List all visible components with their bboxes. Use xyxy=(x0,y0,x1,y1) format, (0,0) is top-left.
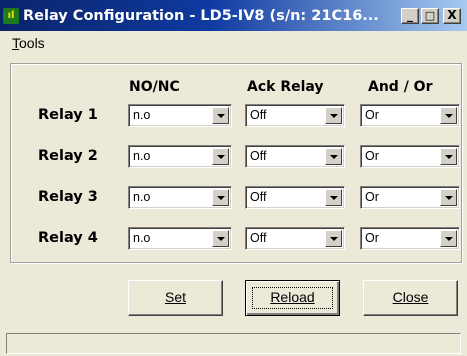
menu-bar: Tools xyxy=(0,31,467,55)
maximize-button[interactable]: □ xyxy=(421,8,439,24)
relay-4-andor-value: Or xyxy=(365,231,379,245)
chevron-down-icon[interactable] xyxy=(440,107,457,124)
relay-4-ack-select[interactable]: Off xyxy=(245,227,345,250)
relay-1-ack-select[interactable]: Off xyxy=(245,104,345,127)
chevron-down-icon[interactable] xyxy=(325,189,342,206)
column-header-nonc: NO/NC xyxy=(129,79,180,95)
chevron-down-icon[interactable] xyxy=(325,230,342,247)
relay-4-nonc-value: n.o xyxy=(133,231,151,245)
chevron-down-icon[interactable] xyxy=(440,148,457,165)
chevron-down-icon[interactable] xyxy=(440,189,457,206)
relay-1-nonc-select[interactable]: n.o xyxy=(128,104,232,127)
app-icon[interactable]: ıl xyxy=(3,8,19,24)
relay-4-label: Relay 4 xyxy=(38,230,98,246)
relay-3-nonc-select[interactable]: n.o xyxy=(128,186,232,209)
relay-4-nonc-select[interactable]: n.o xyxy=(128,227,232,250)
relay-2-andor-value: Or xyxy=(365,149,379,163)
relay-2-nonc-value: n.o xyxy=(133,149,151,163)
relay-4-andor-select[interactable]: Or xyxy=(360,227,460,250)
chevron-down-icon[interactable] xyxy=(325,107,342,124)
relay-1-nonc-value: n.o xyxy=(133,108,151,122)
column-header-and-or: And / Or xyxy=(368,79,433,95)
relay-2-ack-select[interactable]: Off xyxy=(245,145,345,168)
chevron-down-icon[interactable] xyxy=(440,230,457,247)
close-button[interactable]: Close xyxy=(363,280,458,316)
close-window-button[interactable]: X xyxy=(443,8,461,24)
relay-2-ack-value: Off xyxy=(250,149,267,163)
relay-3-andor-value: Or xyxy=(365,190,379,204)
relay-3-ack-value: Off xyxy=(250,190,267,204)
chevron-down-icon[interactable] xyxy=(325,148,342,165)
relay-3-andor-select[interactable]: Or xyxy=(360,186,460,209)
relay-1-ack-value: Off xyxy=(250,108,267,122)
relay-2-label: Relay 2 xyxy=(38,148,98,164)
relay-3-ack-select[interactable]: Off xyxy=(245,186,345,209)
reload-button[interactable]: Reload xyxy=(245,280,340,316)
set-button[interactable]: Set xyxy=(128,280,223,316)
minimize-button[interactable]: _ xyxy=(401,8,419,24)
relay-3-label: Relay 3 xyxy=(38,189,98,205)
chevron-down-icon[interactable] xyxy=(212,189,229,206)
relay-3-nonc-value: n.o xyxy=(133,190,151,204)
status-bar xyxy=(6,333,461,354)
relay-2-nonc-select[interactable]: n.o xyxy=(128,145,232,168)
window-title: Relay Configuration - LD5-IV8 (s/n: 21C1… xyxy=(23,8,379,24)
relay-4-ack-value: Off xyxy=(250,231,267,245)
title-bar[interactable]: ıl Relay Configuration - LD5-IV8 (s/n: 2… xyxy=(0,0,467,31)
chevron-down-icon[interactable] xyxy=(212,230,229,247)
relay-1-andor-select[interactable]: Or xyxy=(360,104,460,127)
relay-1-andor-value: Or xyxy=(365,108,379,122)
menu-tools[interactable]: Tools xyxy=(12,35,45,51)
relay-config-window: ıl Relay Configuration - LD5-IV8 (s/n: 2… xyxy=(0,0,467,356)
chevron-down-icon[interactable] xyxy=(212,148,229,165)
relay-2-andor-select[interactable]: Or xyxy=(360,145,460,168)
chevron-down-icon[interactable] xyxy=(212,107,229,124)
relay-1-label: Relay 1 xyxy=(38,107,98,123)
column-header-ack-relay: Ack Relay xyxy=(247,79,324,95)
